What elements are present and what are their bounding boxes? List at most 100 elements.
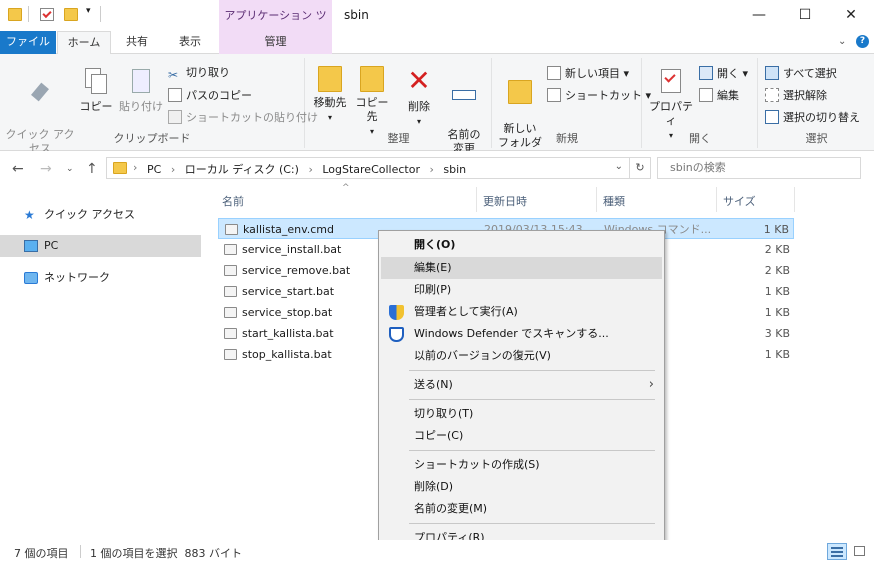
folder-icon[interactable] <box>8 8 22 21</box>
copy-path-icon <box>168 88 182 102</box>
tab-home[interactable]: ホーム <box>57 31 111 55</box>
column-divider[interactable] <box>794 187 795 212</box>
copy-path-button[interactable]: パスのコピー <box>168 88 252 103</box>
select-all-label: すべて選択 <box>783 67 837 80</box>
file-size: 2 KB <box>764 243 790 256</box>
uac-shield-icon <box>389 305 404 320</box>
tab-file[interactable]: ファイル <box>0 31 56 54</box>
select-none-label: 選択解除 <box>783 89 827 102</box>
nav-pc[interactable]: PC <box>0 235 201 257</box>
crumb-pc[interactable]: PC <box>147 163 161 176</box>
column-divider[interactable] <box>476 187 477 212</box>
edit-button[interactable]: 編集 <box>699 88 739 103</box>
breadcrumb: PC › ローカル ディスク (C:) › LogStareCollector … <box>147 163 467 176</box>
defender-label: Windows Defender でスキャンする... <box>414 327 609 340</box>
menu-item-open[interactable]: 開く(O) <box>381 234 662 256</box>
edit-icon <box>699 88 713 102</box>
group-label: 新規 <box>556 132 578 145</box>
new-item-button[interactable]: 新しい項目 ▾ <box>547 66 629 81</box>
help-icon[interactable]: ? <box>856 35 869 48</box>
copy-button[interactable]: コピー <box>78 66 114 114</box>
properties-label: プロパティ <box>649 100 693 127</box>
column-type[interactable]: 種類 <box>603 193 625 209</box>
paste-label: 貼り付け <box>119 100 163 113</box>
select-none-icon <box>765 88 779 102</box>
menu-separator <box>409 399 655 400</box>
menu-item-cut[interactable]: 切り取り(T) <box>381 403 662 425</box>
maximize-icon[interactable]: ☐ <box>782 0 828 31</box>
address-dropdown-icon[interactable]: ⌄ <box>615 161 623 172</box>
menu-item-create-shortcut[interactable]: ショートカットの作成(S) <box>381 454 662 476</box>
run-as-admin-label: 管理者として実行(A) <box>414 305 518 318</box>
address-bar[interactable]: › PC › ローカル ディスク (C:) › LogStareCollecto… <box>106 157 630 179</box>
sort-ascending-icon: ^ <box>342 183 350 193</box>
menu-item-rename[interactable]: 名前の変更(M) <box>381 498 662 520</box>
menu-item-send-to[interactable]: 送る(N) › <box>381 374 662 396</box>
bat-file-icon <box>224 349 237 360</box>
menu-item-delete[interactable]: 削除(D) <box>381 476 662 498</box>
window-title: sbin <box>344 8 369 22</box>
crumb-logstarecollector[interactable]: LogStareCollector <box>322 163 420 176</box>
large-icons-view-icon[interactable] <box>851 543 869 560</box>
tab-manage[interactable]: 管理 <box>219 31 332 54</box>
nav-network[interactable]: ネットワーク <box>0 267 201 289</box>
menu-item-edit[interactable]: 編集(E) <box>381 257 662 279</box>
crumb-local-disk[interactable]: ローカル ディスク (C:) <box>185 163 299 176</box>
menu-item-run-as-admin[interactable]: 管理者として実行(A) <box>381 301 662 323</box>
network-icon <box>24 272 38 284</box>
back-arrow-icon[interactable]: ← <box>12 161 24 177</box>
open-icon <box>699 66 713 80</box>
copy-to-button[interactable]: コピー先 ▾ <box>352 66 392 139</box>
new-folder-button[interactable]: 新しい フォルダー <box>497 66 543 164</box>
nav-quick-access[interactable]: ★ クイック アクセス <box>0 204 201 226</box>
invert-selection-button[interactable]: 選択の切り替え <box>765 110 860 125</box>
shortcut-button[interactable]: ショートカット ▾ <box>547 88 651 103</box>
customize-dropdown-icon[interactable]: ▾ <box>86 6 91 16</box>
group-label: 整理 <box>387 132 410 145</box>
menu-item-restore-versions[interactable]: 以前のバージョンの復元(V) <box>381 345 662 367</box>
paste-button[interactable]: 貼り付け <box>118 66 164 114</box>
column-divider[interactable] <box>596 187 597 212</box>
close-icon[interactable]: ✕ <box>828 0 874 31</box>
properties-check-icon[interactable] <box>40 8 54 21</box>
delete-label: 削除 <box>408 100 430 113</box>
group-new: 新しい フォルダー 新しい項目 ▾ ショートカット ▾ 新規 <box>493 58 651 163</box>
chevron-down-icon[interactable]: ⌄ <box>838 36 846 47</box>
cmd-file-icon <box>225 224 238 235</box>
forward-arrow-icon[interactable]: → <box>40 161 52 177</box>
file-name: service_stop.bat <box>242 306 333 319</box>
file-name: kallista_env.cmd <box>243 223 335 236</box>
column-date[interactable]: 更新日時 <box>483 193 527 209</box>
open-button[interactable]: 開く ▾ <box>699 66 748 81</box>
cut-button[interactable]: ✂ 切り取り <box>168 66 230 82</box>
crumb-sbin[interactable]: sbin <box>443 163 466 176</box>
minimize-icon[interactable]: — <box>736 0 782 31</box>
select-all-button[interactable]: すべて選択 <box>765 66 837 81</box>
tab-share[interactable]: 共有 <box>112 31 162 54</box>
new-folder-icon <box>508 80 532 104</box>
search-input[interactable]: sbinの検索 <box>657 157 861 179</box>
navigation-pane: ★ クイック アクセス PC ネットワーク <box>0 187 205 540</box>
group-label: クリップボード <box>113 132 191 145</box>
status-bar: 7 個の項目 1 個の項目を選択 883 バイト <box>0 540 874 563</box>
column-divider[interactable] <box>716 187 717 212</box>
details-view-icon[interactable] <box>827 543 847 560</box>
paste-shortcut-button[interactable]: ショートカットの貼り付け <box>168 110 318 125</box>
move-to-label: 移動先 <box>313 96 347 109</box>
move-to-button[interactable]: 移動先 ▾ <box>310 66 350 125</box>
submenu-arrow-icon: › <box>648 377 654 392</box>
send-to-label: 送る(N) <box>414 378 453 391</box>
recent-dropdown-icon[interactable]: ⌄ <box>66 164 74 174</box>
menu-item-copy[interactable]: コピー(C) <box>381 425 662 447</box>
column-name[interactable]: 名前 <box>222 193 244 209</box>
menu-separator <box>409 370 655 371</box>
refresh-icon[interactable]: ↻ <box>629 157 651 179</box>
select-none-button[interactable]: 選択解除 <box>765 88 827 103</box>
delete-button[interactable]: ✕ 削除 ▾ <box>402 66 436 129</box>
new-folder-icon[interactable] <box>64 8 78 21</box>
menu-item-defender-scan[interactable]: Windows Defender でスキャンする... <box>381 323 662 345</box>
column-size[interactable]: サイズ <box>723 193 756 209</box>
tab-view[interactable]: 表示 <box>165 31 215 54</box>
up-arrow-icon[interactable]: ↑ <box>86 161 98 177</box>
menu-item-print[interactable]: 印刷(P) <box>381 279 662 301</box>
